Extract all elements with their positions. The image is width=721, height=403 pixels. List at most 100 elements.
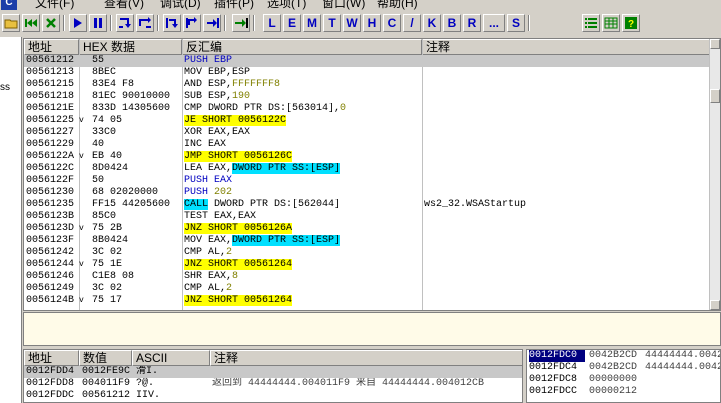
scroll-up-arrow[interactable] <box>710 39 720 49</box>
windows-button[interactable]: W <box>343 14 361 32</box>
disassembly-row[interactable]: 0056122A v EB 40 JMP SHORT 0056126C <box>24 151 710 163</box>
source-button[interactable]: S <box>507 14 525 32</box>
cpu-button[interactable]: C <box>383 14 401 32</box>
log-window-button[interactable]: L <box>263 14 281 32</box>
dump-row[interactable]: 0012FDD8 004011F9 ?@. 返回到 44444444.004011F9… <box>24 378 522 390</box>
disassembly-row[interactable]: 00561249 3C 02 CMP AL,2 <box>24 283 710 295</box>
close-icon[interactable] <box>42 14 60 32</box>
menu-help[interactable]: 帮助(H) <box>377 0 418 10</box>
instruction-address: 0056123B <box>26 211 75 222</box>
dump-header-address[interactable]: 地址 <box>24 350 79 366</box>
run-trace-button[interactable]: ... <box>483 14 505 32</box>
grid-icon[interactable] <box>602 14 620 32</box>
stack-value: 00000212 <box>589 386 638 397</box>
trace-into-icon[interactable] <box>163 14 181 32</box>
step-into-icon[interactable] <box>116 14 134 32</box>
instruction-hex: 68 02020000 <box>92 187 159 198</box>
disassembly-row[interactable]: 00561213 8BEC MOV EBP,ESP <box>24 67 710 79</box>
restart-icon[interactable] <box>22 14 40 32</box>
disassembly-row[interactable]: 00561229 40 INC EAX <box>24 139 710 151</box>
disassembly-row[interactable]: 00561244 v 75 1E JNZ SHORT 00561264 <box>24 259 710 271</box>
disassembly-row[interactable]: 00561212 55 PUSH EBP <box>24 55 710 67</box>
disassembly-row[interactable]: 00561218 81EC 90010000 SUB ESP,190 <box>24 91 710 103</box>
disassembly-row[interactable]: 00561225 v 74 05 JE SHORT 0056122C <box>24 115 710 127</box>
instruction-address: 00561212 <box>26 55 75 66</box>
scroll-down-arrow[interactable] <box>710 300 720 310</box>
disassembly-row[interactable]: 00561246 C1E8 08 SHR EAX,8 <box>24 271 710 283</box>
app-icon[interactable]: C <box>1 0 17 10</box>
pause-icon[interactable] <box>89 14 107 32</box>
disasm-segment: JE SHORT 0056122C <box>184 115 287 126</box>
executable-modules-button[interactable]: E <box>283 14 301 32</box>
disassembly-row[interactable]: 00561227 33C0 XOR EAX,EAX <box>24 127 710 139</box>
disassembly-row[interactable]: 00561242 3C 02 CMP AL,2 <box>24 247 710 259</box>
dump-pane[interactable]: 地址 数值 ASCII 注释 0012FDD4 0012FE9C 滑I. 0012FD… <box>23 349 523 403</box>
scrollbar-thumb[interactable] <box>710 89 720 103</box>
instruction-hex: C1E8 08 <box>92 271 135 282</box>
references-button[interactable]: R <box>463 14 481 32</box>
instruction-address: 00561218 <box>26 91 75 102</box>
threads-button[interactable]: T <box>323 14 341 32</box>
disassembly-row[interactable]: 0056122C 8D0424 LEA EAX,DWORD PTR SS:[ESP] <box>24 163 710 175</box>
menu-plugins[interactable]: 插件(P) <box>214 0 254 10</box>
handles-button[interactable]: H <box>363 14 381 32</box>
step-over-icon[interactable] <box>136 14 154 32</box>
dump-row[interactable]: 0012FDDC 00561212 IIV. <box>24 390 522 402</box>
disasm-segment: JNZ SHORT 00561264 <box>184 259 293 270</box>
instruction-disasm: CMP AL,2 <box>184 247 419 259</box>
list-icon[interactable] <box>582 14 600 32</box>
instruction-address: 0056123F <box>26 235 75 246</box>
instruction-disasm: MOV EAX,DWORD PTR SS:[ESP] <box>184 235 419 247</box>
disassembly-row[interactable]: 0056124B v 75 17 JNZ SHORT 00561264 <box>24 295 710 307</box>
menu-options[interactable]: 选项(T) <box>267 0 306 10</box>
disasm-segment: JNZ SHORT 0056126A <box>184 223 293 234</box>
disassembly-row[interactable]: 0056122F 50 PUSH EAX <box>24 175 710 187</box>
memory-map-button[interactable]: M <box>303 14 321 32</box>
stack-row[interactable]: 0012FDC0 0042B2CD 44444444.0042 <box>527 350 720 362</box>
trace-over-icon[interactable] <box>183 14 201 32</box>
stack-address: 0012FDC4 <box>529 362 578 373</box>
dump-header-comment[interactable]: 注释 <box>210 350 522 366</box>
disasm-segment: CMP AL, <box>184 283 227 294</box>
disassembly-row[interactable]: 00561215 83E4 F8 AND ESP,FFFFFFF8 <box>24 79 710 91</box>
disassembly-row[interactable]: 0056123B 85C0 TEST EAX,EAX <box>24 211 710 223</box>
help-icon[interactable]: ? <box>622 14 640 32</box>
disasm-segment: MOV EAX, <box>184 235 233 246</box>
column-header-comment[interactable]: 注释 <box>422 39 710 55</box>
stack-value: 00000000 <box>589 374 638 385</box>
run-icon[interactable] <box>69 14 87 32</box>
disasm-segment: PUSH EAX <box>184 175 233 186</box>
column-header-disasm[interactable]: 反汇编 <box>182 39 422 55</box>
menu-file[interactable]: 文件(F) <box>35 0 74 10</box>
toolbar-separator <box>110 15 112 31</box>
call-stack-button[interactable]: K <box>423 14 441 32</box>
instruction-address: 0056122A <box>26 151 75 162</box>
dump-row[interactable]: 0012FDD4 0012FE9C 滑I. <box>24 366 522 378</box>
disassembly-pane[interactable]: 地址 HEX 数据 反汇编 注释 00561212 55 PUSH EBP 00561… <box>23 38 721 311</box>
open-icon[interactable] <box>2 14 20 32</box>
disassembly-row[interactable]: 0056123F 8B0424 MOV EAX,DWORD PTR SS:[ESP] <box>24 235 710 247</box>
toolbar-separator <box>63 15 65 31</box>
dump-header-ascii[interactable]: ASCII <box>132 350 210 366</box>
menu-debug[interactable]: 调试(D) <box>160 0 201 10</box>
disassembly-row[interactable]: 0056121E 833D 14305600 CMP DWORD PTR DS:[5… <box>24 103 710 115</box>
stack-row[interactable]: 0012FDCC 00000212 <box>527 386 720 398</box>
stack-row[interactable]: 0012FDC4 0042B2CD 44444444.0042 <box>527 362 720 374</box>
execute-till-return-icon[interactable] <box>203 14 221 32</box>
disassembly-scrollbar[interactable] <box>709 39 720 310</box>
toolbar-separator <box>157 15 159 31</box>
patches-button[interactable]: / <box>403 14 421 32</box>
column-header-address[interactable]: 地址 <box>24 39 79 55</box>
goto-icon[interactable] <box>232 14 250 32</box>
menu-view[interactable]: 查看(V) <box>104 0 144 10</box>
instruction-disasm: JMP SHORT 0056126C <box>184 151 419 163</box>
disassembly-row[interactable]: 00561235 FF15 44205600 CALL DWORD PTR DS:[… <box>24 199 710 211</box>
breakpoints-button[interactable]: B <box>443 14 461 32</box>
stack-pane[interactable]: 0012FDC0 0042B2CD 44444444.0042 0012FDC4 004… <box>526 349 721 403</box>
dump-header-value[interactable]: 数值 <box>79 350 132 366</box>
stack-row[interactable]: 0012FDC8 00000000 <box>527 374 720 386</box>
column-header-hex[interactable]: HEX 数据 <box>79 39 182 55</box>
disassembly-row[interactable]: 0056123D v 75 2B JNZ SHORT 0056126A <box>24 223 710 235</box>
disassembly-row[interactable]: 00561230 68 02020000 PUSH 202 <box>24 187 710 199</box>
menu-window[interactable]: 窗口(W) <box>322 0 365 10</box>
